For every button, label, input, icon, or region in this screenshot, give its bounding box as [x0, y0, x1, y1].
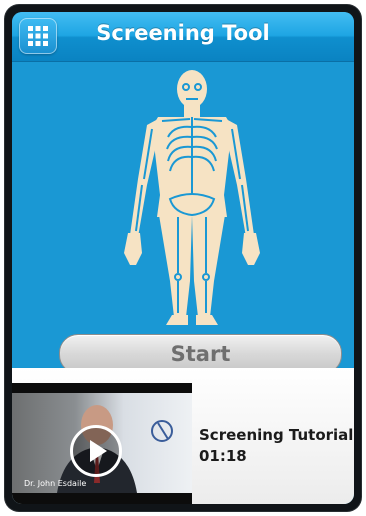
human-skeleton-icon[interactable] — [112, 67, 272, 329]
device-frame: Screening Tool Start Dr. John Esdaile Sc… — [5, 5, 361, 511]
page-title: Screening Tool — [96, 21, 270, 45]
app-header: Screening Tool — [12, 12, 354, 62]
tutorial-duration: 01:18 — [199, 447, 247, 465]
tutorial-panel[interactable]: Dr. John Esdaile Screening Tutorial 01:1… — [12, 368, 354, 504]
app-screen: Screening Tool Start Dr. John Esdaile Sc… — [12, 12, 354, 504]
video-caption: Dr. John Esdaile — [24, 479, 87, 488]
video-frame: Dr. John Esdaile — [12, 393, 192, 493]
body-map-area: Start — [12, 62, 354, 374]
tutorial-title[interactable]: Screening Tutorial — [199, 426, 353, 444]
play-icon[interactable] — [70, 425, 122, 477]
tutorial-video-thumbnail[interactable]: Dr. John Esdaile — [12, 383, 192, 504]
